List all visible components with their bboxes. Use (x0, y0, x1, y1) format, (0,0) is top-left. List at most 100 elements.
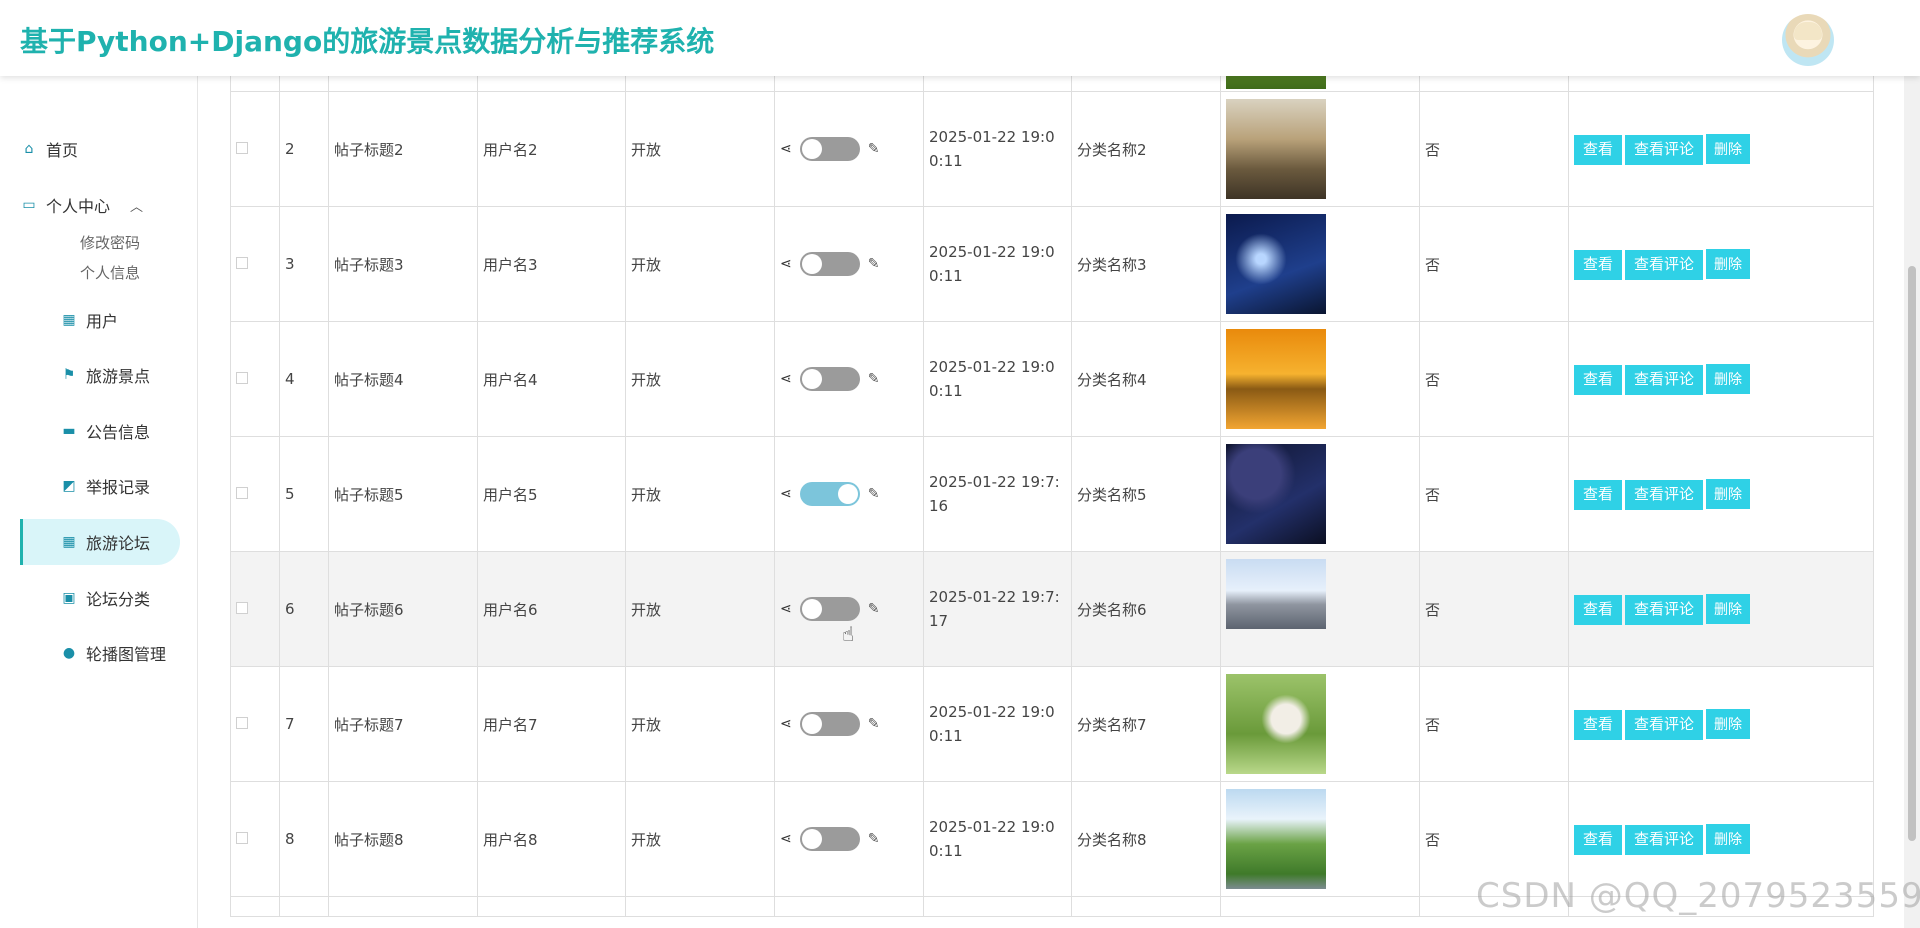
edit-pen-icon[interactable]: ✎ (868, 601, 880, 617)
row-number: 4 (279, 321, 329, 437)
view-button[interactable]: 查看 (1574, 594, 1623, 625)
row-checkbox[interactable] (236, 372, 248, 384)
delete-button[interactable]: 删除 (1706, 708, 1751, 739)
delete-button[interactable]: 删除 (1706, 248, 1751, 279)
sidebar-item-label: 旅游景点 (86, 367, 151, 386)
view-comments-button[interactable]: 查看评论 (1625, 249, 1704, 280)
sidebar-subitem-change-password[interactable]: 修改密码 (80, 232, 140, 253)
cover-image-cell (1220, 781, 1420, 897)
scrollbar-thumb[interactable] (1908, 266, 1916, 841)
row-checkbox[interactable] (236, 602, 248, 614)
view-comments-button[interactable]: 查看评论 (1625, 479, 1704, 510)
view-comments-button[interactable]: 查看评论 (1625, 364, 1704, 395)
post-title: 帖子标题8 (328, 781, 478, 897)
app-title: 基于Python+Django的旅游景点数据分析与推荐系统 (20, 25, 715, 58)
status-toggle[interactable] (799, 597, 860, 621)
sidebar-item-label: 轮播图管理 (86, 645, 167, 664)
view-comments-button[interactable]: 查看评论 (1625, 709, 1704, 740)
flag-icon: ⚑ (62, 367, 76, 383)
share-icon[interactable]: ⋖ (780, 486, 792, 502)
table-row: 4 帖子标题4 用户名4 开放 ⋖ ✎ 2025-01-22 19:00:11 分类名称4 否查… (230, 321, 1874, 437)
share-icon[interactable]: ⋖ (780, 831, 792, 847)
table-row: 3 帖子标题3 用户名3 开放 ⋖ ✎ 2025-01-22 19:00:11 分类名称3 否查… (230, 206, 1874, 322)
toggle-cell: ⋖ ✎ (774, 436, 924, 552)
post-status: 开放 (625, 551, 775, 667)
view-comments-button[interactable]: 查看评论 (1625, 134, 1704, 165)
briefcase-icon: ▣ (62, 590, 76, 606)
table-row: 7 帖子标题7 用户名7 开放 ⋖ ✎ 2025-01-22 19:00:11 分类名称7 否查… (230, 666, 1874, 782)
toggle-cell: ⋖ ✎ (774, 91, 924, 207)
sidebar-item-forum[interactable]: ▦ 旅游论坛 (20, 519, 180, 565)
hand-cursor-icon: ☝ (842, 622, 855, 646)
delete-button[interactable]: 删除 (1706, 593, 1751, 624)
edit-pen-icon[interactable]: ✎ (868, 831, 880, 847)
status-toggle[interactable] (799, 827, 860, 851)
post-title: 帖子标题5 (328, 436, 478, 552)
sidebar-item-home[interactable]: ⌂ 首页 (20, 126, 180, 172)
sidebar-item-forum-categories[interactable]: ▣ 论坛分类 (20, 575, 180, 621)
row-number: 8 (279, 781, 329, 897)
status-toggle[interactable] (799, 367, 860, 391)
row-checkbox[interactable] (236, 832, 248, 844)
edit-pen-icon[interactable]: ✎ (868, 716, 880, 732)
row-checkbox[interactable] (236, 717, 248, 729)
username: 用户名3 (477, 206, 626, 322)
sidebar-item-label: 用户 (86, 312, 119, 331)
sidebar-item-personal-center[interactable]: ▭ 个人中心 ︿ (20, 182, 180, 228)
username: 用户名5 (477, 436, 626, 552)
share-icon[interactable]: ⋖ (780, 141, 792, 157)
delete-button[interactable]: 删除 (1706, 478, 1751, 509)
delete-button[interactable]: 删除 (1706, 363, 1751, 394)
vertical-scrollbar[interactable] (1904, 76, 1920, 928)
status-toggle[interactable] (799, 712, 860, 736)
top-flag: 否 (1419, 436, 1569, 552)
sidebar-item-attractions[interactable]: ⚑ 旅游景点 (20, 352, 180, 398)
post-title: 帖子标题7 (328, 666, 478, 782)
toggle-cell: ⋖ ✎ (774, 666, 924, 782)
view-button[interactable]: 查看 (1574, 364, 1623, 395)
pin-icon: ● (62, 645, 76, 661)
username: 用户名6 (477, 551, 626, 667)
user-avatar[interactable] (1782, 14, 1834, 66)
share-icon[interactable]: ⋖ (780, 716, 792, 732)
category-name: 分类名称6 (1071, 551, 1221, 667)
share-icon[interactable]: ⋖ (780, 256, 792, 272)
actions-cell: 查看 查看评论 删除 (1568, 91, 1874, 207)
row-checkbox[interactable] (236, 257, 248, 269)
share-icon[interactable]: ⋖ (780, 371, 792, 387)
space-planet-photo (1226, 444, 1326, 544)
category-name: 分类名称8 (1071, 781, 1221, 897)
hikers-sunset-photo (1226, 99, 1326, 199)
view-button[interactable]: 查看 (1574, 249, 1623, 280)
view-button[interactable]: 查看 (1574, 479, 1623, 510)
status-toggle[interactable] (799, 482, 860, 506)
delete-button[interactable]: 删除 (1706, 133, 1751, 164)
actions-cell: 查看 查看评论 删除 (1568, 206, 1874, 322)
sidebar-subitem-personal-info[interactable]: 个人信息 (80, 262, 140, 283)
sidebar-item-carousel[interactable]: ● 轮播图管理 (20, 630, 180, 676)
view-comments-button[interactable]: 查看评论 (1625, 824, 1704, 855)
edit-pen-icon[interactable]: ✎ (868, 256, 880, 272)
username: 用户名2 (477, 91, 626, 207)
view-button[interactable]: 查看 (1574, 824, 1623, 855)
row-checkbox-cell (230, 551, 280, 667)
row-checkbox[interactable] (236, 142, 248, 154)
sidebar: ⌂ 首页 ▭ 个人中心 ︿ 修改密码 个人信息 ▦ 用户 ⚑ 旅游景点 ▬ 公告… (0, 76, 198, 928)
view-button[interactable]: 查看 (1574, 709, 1623, 740)
row-checkbox[interactable] (236, 487, 248, 499)
edit-pen-icon[interactable]: ✎ (868, 371, 880, 387)
status-toggle[interactable] (799, 252, 860, 276)
edit-pen-icon[interactable]: ✎ (868, 486, 880, 502)
status-toggle[interactable] (799, 137, 860, 161)
post-title: 帖子标题4 (328, 321, 478, 437)
edit-pen-icon[interactable]: ✎ (868, 141, 880, 157)
row-checkbox-cell (230, 781, 280, 897)
view-comments-button[interactable]: 查看评论 (1625, 594, 1704, 625)
sidebar-item-users[interactable]: ▦ 用户 (20, 297, 180, 343)
sidebar-item-announcements[interactable]: ▬ 公告信息 (20, 408, 180, 454)
view-button[interactable]: 查看 (1574, 134, 1623, 165)
table-row (230, 76, 1874, 92)
delete-button[interactable]: 删除 (1706, 823, 1751, 854)
share-icon[interactable]: ⋖ (780, 601, 792, 617)
sidebar-item-reports[interactable]: ◩ 举报记录 (20, 463, 180, 509)
